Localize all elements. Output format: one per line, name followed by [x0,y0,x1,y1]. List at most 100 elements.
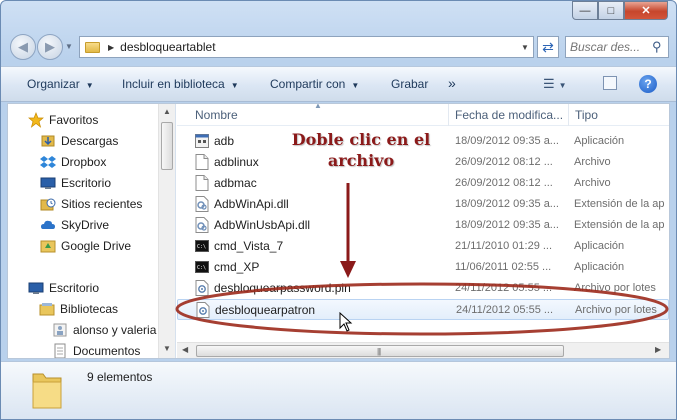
nav-item-label: Google Drive [61,239,132,253]
file-name: cmd_Vista_7 [214,239,284,253]
arrow-left-icon: ◀ [18,39,28,54]
more-commands-button[interactable]: » [448,75,456,91]
annotation-highlight-ellipse [175,282,669,336]
file-name: AdbWinUsbApi.dll [214,218,311,232]
file-date: 18/09/2012 09:35 a... [455,219,559,231]
nav-item-label: Descargas [61,134,119,148]
nav-item-label: SkyDrive [61,218,110,232]
file-name: adb [214,134,235,148]
nav-item-alonso-y-valeria[interactable]: alonso y valeria [52,320,156,340]
column-divider[interactable] [448,104,449,126]
nav-item-label: Escritorio [61,176,112,190]
column-type[interactable]: Tipo [575,108,598,122]
nav-libraries-label: Bibliotecas [60,302,119,316]
column-name[interactable]: Nombre [195,108,238,122]
nav-item-label: Dropbox [61,155,107,169]
scroll-right-icon[interactable]: ▶ [655,345,661,354]
grip-icon: ||| [377,347,381,356]
nav-item-escritorio[interactable]: Escritorio [40,173,111,193]
close-button[interactable]: ✕ [624,1,668,20]
file-date: 18/09/2012 09:35 a... [455,135,559,147]
nav-item-descargas[interactable]: Descargas [40,131,118,151]
column-date[interactable]: Fecha de modifica... [455,108,563,122]
include-label: Incluir en biblioteca [122,77,225,91]
file-row-adbwinusbapi-dll[interactable]: AdbWinUsbApi.dll 18/09/2012 09:35 a... Ext… [177,215,669,236]
file-type: Archivo [574,156,611,168]
burn-button[interactable]: Grabar [391,77,428,91]
file-type: Aplicación [574,261,625,273]
recent-places-icon [40,196,56,212]
file-icon [195,175,209,191]
file-type: Aplicación [574,135,625,147]
horizontal-scroll-thumb[interactable]: ||| [196,345,564,357]
address-dropdown-icon[interactable]: ▼ [517,43,533,52]
file-type: Extensión de la ap [574,219,665,231]
column-divider[interactable] [568,104,569,126]
refresh-button[interactable]: ⇄ [537,36,559,58]
horizontal-scrollbar[interactable]: ◀ ||| ▶ [177,342,669,358]
nav-item-documentos[interactable]: Documentos [52,341,140,358]
address-row: ◀ ▶ ▼ ▶ desbloqueartablet ▼ ⇄ ⚲ [1,31,676,65]
nav-desktop[interactable]: Escritorio [28,278,99,298]
nav-item-sitios-recientes[interactable]: Sitios recientes [40,194,142,214]
breadcrumb-separator-icon[interactable]: ▶ [108,43,114,52]
help-button[interactable]: ? [639,75,657,93]
search-box[interactable]: ⚲ [565,36,669,58]
refresh-icon: ⇄ [542,38,554,55]
scroll-down-icon[interactable]: ▼ [163,344,171,353]
cmd-icon: C:\ [195,259,209,275]
file-type: Extensión de la ap [574,198,665,210]
file-row-cmd-vista-7[interactable]: C:\ cmd_Vista_7 21/11/2010 01:29 ... Aplica… [177,236,669,257]
chevron-down-icon: ▼ [351,81,360,90]
scroll-up-icon[interactable]: ▲ [163,107,171,116]
dropbox-icon [40,154,56,170]
navigation-pane[interactable]: Favoritos Descargas Dropbox Escritorio Siti… [8,104,176,358]
annotation-arrow-icon [340,183,356,278]
nav-favorites[interactable]: Favoritos [28,110,98,130]
item-count: 9 elementos [87,370,153,384]
file-type: Aplicación [574,240,625,252]
desktop-icon [28,280,44,296]
maximize-button[interactable]: □ [598,1,624,20]
star-icon [28,112,44,128]
preview-pane-button[interactable] [603,76,617,90]
organize-button[interactable]: Organizar ▼ [27,77,94,91]
file-row-adbwinapi-dll[interactable]: AdbWinApi.dll 18/09/2012 09:35 a... Extens… [177,194,669,215]
desktop-icon [40,175,56,191]
nav-item-skydrive[interactable]: SkyDrive [40,215,109,235]
command-bar: Organizar ▼ Incluir en biblioteca ▼ Compar… [1,66,676,102]
file-date: 26/09/2012 08:12 ... [455,177,553,189]
search-icon[interactable]: ⚲ [652,39,668,55]
file-name: adbmac [214,176,257,190]
chevron-down-icon: ▼ [558,81,567,90]
include-in-library-button[interactable]: Incluir en biblioteca ▼ [122,77,239,91]
file-name: cmd_XP [214,260,260,274]
share-with-button[interactable]: Compartir con ▼ [270,77,359,91]
file-icon [195,154,209,170]
file-row-adbmac[interactable]: adbmac 26/09/2012 08:12 ... Archivo [177,173,669,194]
change-view-button[interactable]: ☰ ▼ [543,76,567,92]
search-input[interactable] [570,38,652,56]
documents-icon [52,343,68,358]
forward-button[interactable]: ▶ [37,34,63,60]
annotation-text: Doble clic en el archivo [281,129,441,171]
help-icon: ? [644,77,652,91]
nav-item-google-drive[interactable]: Google Drive [40,236,131,256]
organize-label: Organizar [27,77,80,91]
folder-icon [85,41,100,53]
nav-item-dropbox[interactable]: Dropbox [40,152,106,172]
file-row-cmd-xp[interactable]: C:\ cmd_XP 11/06/2011 02:55 ... Aplicación [177,257,669,278]
column-header-row: ▲ Nombre Fecha de modifica... Tipo [177,104,669,126]
svg-text:C:\: C:\ [197,244,206,250]
breadcrumb[interactable]: desbloqueartablet [120,40,215,54]
nav-item-label: Documentos [73,344,141,358]
scroll-left-icon[interactable]: ◀ [182,345,188,354]
download-icon [40,133,56,149]
nav-libraries[interactable]: Bibliotecas [39,299,118,319]
recent-pages-dropdown[interactable]: ▼ [65,42,73,51]
back-button[interactable]: ◀ [10,34,36,60]
cmd-icon: C:\ [195,238,209,254]
address-bar[interactable]: ▶ desbloqueartablet ▼ [79,36,534,58]
nav-scroll-thumb[interactable] [161,122,173,170]
minimize-button[interactable]: — [572,1,598,20]
